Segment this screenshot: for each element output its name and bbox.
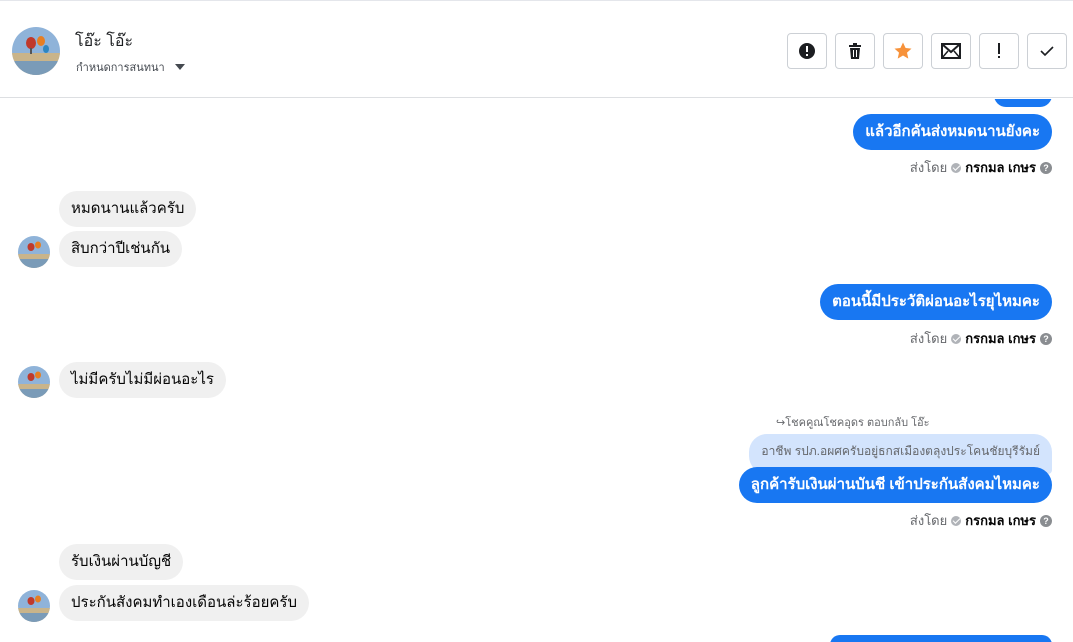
done-button[interactable] — [1027, 33, 1067, 69]
verified-check-icon — [951, 333, 962, 344]
conversation-toolbar — [787, 33, 1067, 69]
incoming-message[interactable]: สิบกว่าปีเช่นกัน — [59, 231, 183, 267]
incoming-message[interactable]: ประกันสังคมทำเองเดือนล่ะร้อยครับ — [59, 585, 309, 621]
sent-by-label: ส่งโดย — [909, 160, 948, 175]
exclamation-icon — [998, 43, 1000, 58]
alert-circle-icon — [799, 43, 815, 59]
spam-button[interactable] — [787, 33, 827, 69]
mark-unread-button[interactable] — [931, 33, 971, 69]
outgoing-message-partial[interactable] — [994, 99, 1052, 107]
agent-name[interactable]: กรกมล เกษร — [965, 157, 1036, 178]
sent-by-info: ส่งโดย กรกมล เกษร ? — [910, 328, 1052, 349]
check-icon — [1040, 46, 1054, 57]
agent-name[interactable]: กรกมล เกษร — [965, 328, 1036, 349]
help-icon[interactable]: ? — [1040, 514, 1052, 527]
outgoing-message[interactable]: ลูกค้ารับเงินผ่านบันชี เข้าประกันสังคมไห… — [738, 467, 1052, 503]
incoming-message[interactable]: ไม่มีครับไม่มีผ่อนอะไร — [59, 362, 226, 398]
help-icon[interactable]: ? — [1040, 161, 1052, 174]
follow-up-button[interactable] — [979, 33, 1019, 69]
outgoing-message-partial[interactable] — [830, 635, 1052, 642]
assign-conversation-dropdown[interactable]: กำหนดการสนทนา — [76, 58, 185, 76]
conversation-header: โอ๊ะ โอ๊ะ กำหนดการสนทนา — [0, 0, 1073, 98]
envelope-icon — [941, 43, 961, 59]
verified-check-icon — [951, 515, 962, 526]
reply-info: ↪โชคคูณโชคอุดร ตอบกลับ โอ๊ะ — [776, 413, 930, 431]
sent-by-info: ส่งโดย กรกมล เกษร ? — [910, 510, 1052, 531]
outgoing-message[interactable]: แล้วอีกคันส่งหมดนานยังคะ — [853, 114, 1052, 150]
star-button[interactable] — [883, 33, 923, 69]
assign-label: กำหนดการสนทนา — [76, 62, 165, 74]
delete-button[interactable] — [835, 33, 875, 69]
contact-avatar-small[interactable] — [18, 236, 50, 268]
message-thread[interactable]: แล้วอีกคันส่งหมดนานยังคะ ส่งโดย กรกมล เก… — [0, 99, 1073, 642]
sent-by-label: ส่งโดย — [909, 513, 948, 528]
contact-avatar-small[interactable] — [18, 590, 50, 622]
star-icon — [894, 42, 912, 59]
help-icon[interactable]: ? — [1040, 332, 1052, 345]
chevron-down-icon — [174, 64, 185, 70]
outgoing-message[interactable]: ตอนนี้มีประวัติผ่อนอะไรยุไหมคะ — [820, 284, 1052, 320]
trash-icon — [849, 43, 861, 59]
agent-name[interactable]: กรกมล เกษร — [965, 510, 1036, 531]
reply-info-text: โชคคูณโชคอุดร ตอบกลับ โอ๊ะ — [785, 417, 930, 429]
contact-name[interactable]: โอ๊ะ โอ๊ะ — [75, 29, 133, 54]
verified-check-icon — [951, 162, 962, 173]
sent-by-info: ส่งโดย กรกมล เกษร ? — [910, 157, 1052, 178]
incoming-message[interactable]: หมดนานแล้วครับ — [59, 191, 197, 227]
contact-avatar[interactable] — [12, 27, 60, 75]
contact-avatar-small[interactable] — [18, 366, 50, 398]
incoming-message[interactable]: รับเงินผ่านบัญชี — [59, 544, 184, 580]
reply-arrow-icon: ↪ — [776, 417, 786, 429]
sent-by-label: ส่งโดย — [909, 331, 948, 346]
